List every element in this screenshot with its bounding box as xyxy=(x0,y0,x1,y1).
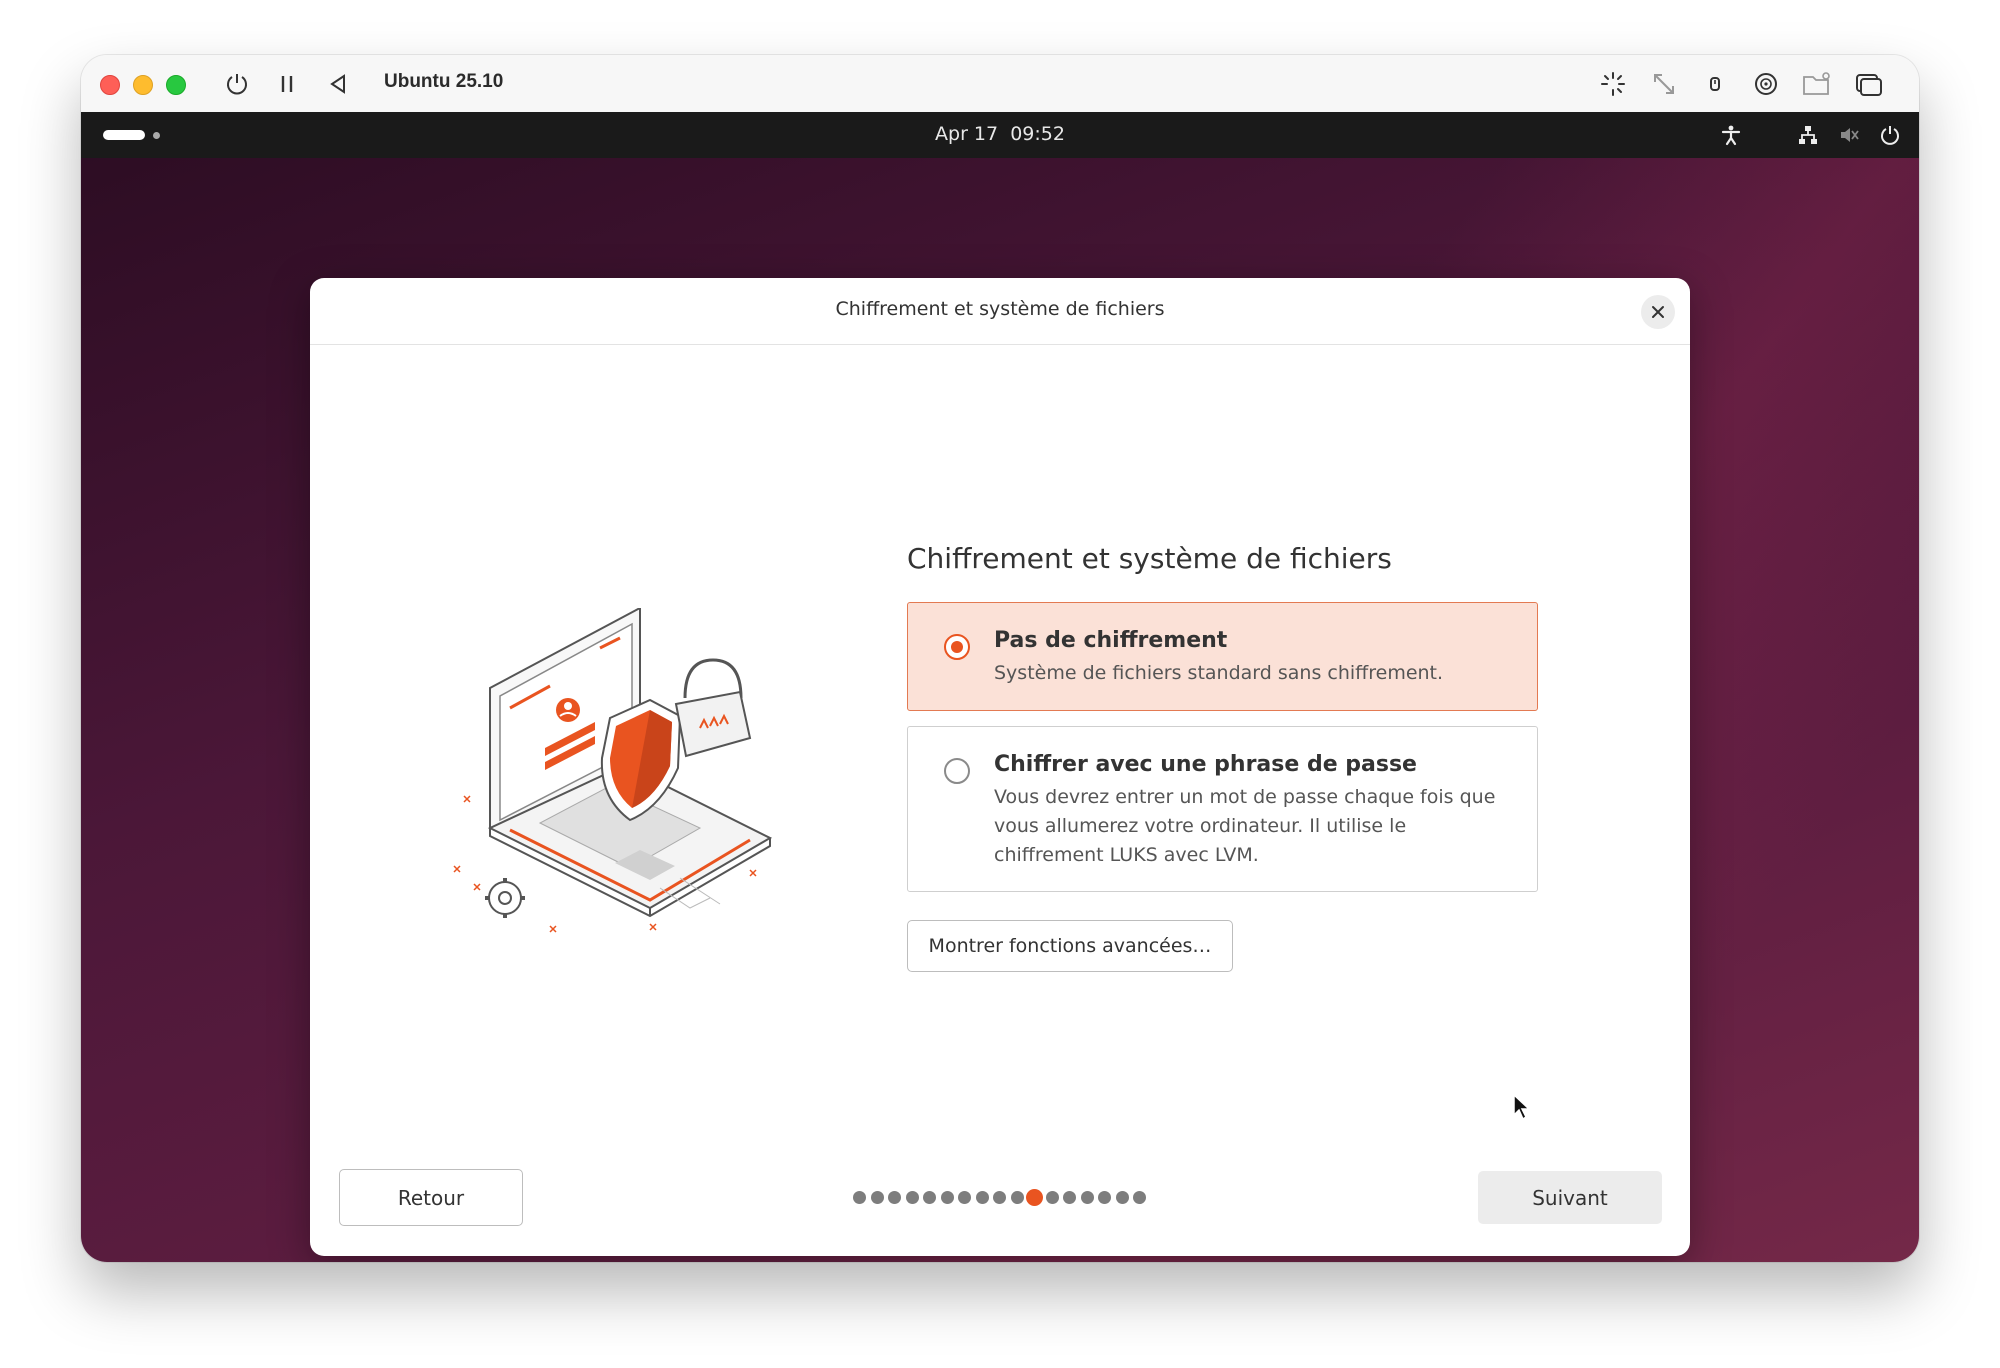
option-description: Système de fichiers standard sans chiffr… xyxy=(994,662,1444,684)
gnome-topbar: Apr 17 09:52 xyxy=(81,112,1919,158)
progress-dot xyxy=(993,1191,1006,1204)
progress-dot xyxy=(853,1191,866,1204)
progress-dot xyxy=(923,1191,936,1204)
show-advanced-button[interactable]: Montrer fonctions avancées… xyxy=(907,920,1233,972)
minimize-window-button[interactable] xyxy=(133,75,153,95)
progress-dot xyxy=(1063,1191,1076,1204)
dialog-title: Chiffrement et système de fichiers xyxy=(835,298,1165,320)
page-heading: Chiffrement et système de fichiers xyxy=(907,542,1392,575)
dialog-close-button[interactable] xyxy=(1641,295,1675,329)
radio-no-encryption[interactable] xyxy=(944,634,970,660)
clock-time: 09:52 xyxy=(1010,123,1065,145)
windows-icon[interactable] xyxy=(1853,68,1885,100)
progress-dot xyxy=(1098,1191,1111,1204)
mouse-cursor-icon xyxy=(1512,1093,1532,1125)
dialog-header: Chiffrement et système de fichiers xyxy=(310,278,1690,345)
volume-muted-icon[interactable] xyxy=(1837,123,1861,147)
progress-dot xyxy=(940,1191,954,1204)
progress-dot xyxy=(888,1191,901,1204)
progress-dot xyxy=(1115,1191,1129,1204)
option-passphrase-encryption[interactable]: Chiffrer avec une phrase de passe Vous d… xyxy=(907,726,1538,892)
resize-arrows-icon[interactable] xyxy=(1648,68,1680,100)
option-description: Vous devrez entrer un mot de passe chaqu… xyxy=(994,783,1507,870)
vm-title: Ubuntu 25.10 xyxy=(384,71,504,92)
progress-dot xyxy=(1133,1191,1146,1204)
progress-dot-active xyxy=(1026,1189,1043,1206)
back-triangle-icon[interactable] xyxy=(322,68,354,100)
network-icon[interactable] xyxy=(1796,123,1820,147)
progress-dot xyxy=(1045,1191,1059,1204)
usb-icon[interactable] xyxy=(1699,68,1731,100)
power-icon[interactable] xyxy=(221,68,253,100)
description-line: chiffrement LUKS avec LVM. xyxy=(994,844,1259,866)
clock-date: Apr 17 xyxy=(935,123,999,145)
radio-passphrase-encryption[interactable] xyxy=(944,758,970,784)
description-line: vous allumerez votre ordinateur. Il util… xyxy=(994,815,1407,837)
vm-window: Ubuntu 25.10 Apr 17 09:52 Chiffrement et… xyxy=(81,55,1919,1262)
progress-dot xyxy=(1080,1191,1094,1204)
shared-folder-icon[interactable] xyxy=(1801,68,1833,100)
disc-icon[interactable] xyxy=(1750,68,1782,100)
capture-cursor-icon[interactable] xyxy=(1597,68,1629,100)
vm-titlebar: Ubuntu 25.10 xyxy=(81,55,1919,113)
next-button[interactable]: Suivant xyxy=(1478,1171,1662,1224)
option-no-encryption[interactable]: Pas de chiffrement Système de fichiers s… xyxy=(907,602,1538,711)
system-power-icon[interactable] xyxy=(1878,123,1902,147)
close-window-button[interactable] xyxy=(100,75,120,95)
zoom-window-button[interactable] xyxy=(166,75,186,95)
close-icon xyxy=(1652,306,1664,318)
option-title: Chiffrer avec une phrase de passe xyxy=(994,752,1417,777)
clock[interactable]: Apr 17 09:52 xyxy=(81,123,1919,145)
progress-dot xyxy=(1010,1191,1024,1204)
description-line: Vous devrez entrer un mot de passe chaqu… xyxy=(994,786,1496,808)
option-title: Pas de chiffrement xyxy=(994,628,1228,653)
progress-dot xyxy=(870,1191,884,1204)
encryption-illustration xyxy=(450,606,790,938)
progress-dot xyxy=(975,1191,989,1204)
back-button[interactable]: Retour xyxy=(339,1169,523,1226)
progress-dot xyxy=(958,1191,971,1204)
pause-icon[interactable] xyxy=(271,68,303,100)
progress-dot xyxy=(905,1191,919,1204)
desktop: Apr 17 09:52 Chiffrement et système de f… xyxy=(81,112,1919,1262)
installer-dialog: Chiffrement et système de fichiers Chiff… xyxy=(310,278,1690,1256)
accessibility-icon[interactable] xyxy=(1719,123,1743,147)
